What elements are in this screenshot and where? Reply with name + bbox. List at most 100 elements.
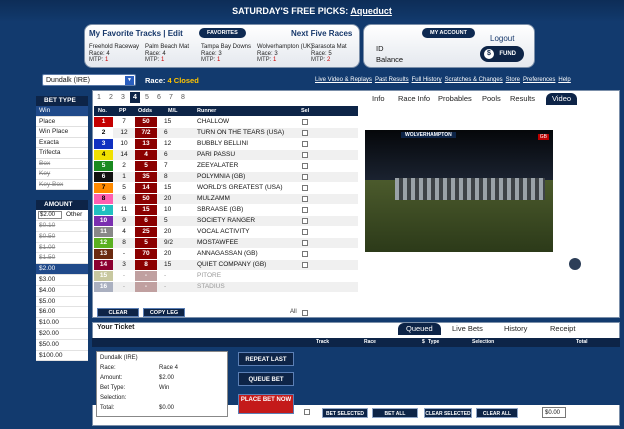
bet-type-option[interactable]: Key	[36, 169, 88, 180]
race-tab[interactable]: 8	[178, 92, 188, 103]
amount-option[interactable]: $2.00	[36, 264, 88, 275]
runner-checkbox[interactable]	[302, 185, 308, 191]
runner-row[interactable]: 14 3 8 15 QUIET COMPANY (GB)	[94, 260, 358, 271]
track-select[interactable]: Dundalk (IRE) ▼	[42, 74, 136, 86]
runner-checkbox[interactable]	[302, 196, 308, 202]
clear-selected-button[interactable]: CLEAR SELECTED	[424, 408, 472, 418]
runner-checkbox[interactable]	[302, 163, 308, 169]
favorite-track[interactable]: Wolverhampton (UK) Race: 3 MTP: 1	[257, 44, 313, 64]
runner-checkbox[interactable]	[302, 174, 308, 180]
race-video[interactable]: WOLVERHAMPTON GB	[365, 130, 553, 252]
race-tab[interactable]: 6	[154, 92, 164, 103]
bottom-all-checkbox[interactable]	[304, 409, 310, 415]
clear-button[interactable]: CLEAR	[97, 308, 139, 317]
bet-type-option[interactable]: Key Box	[36, 179, 88, 190]
bet-all-button[interactable]: BET ALL	[372, 408, 418, 418]
video-control-icon[interactable]	[569, 258, 581, 270]
clear-all-button[interactable]: CLEAR ALL	[476, 408, 518, 418]
ticket-tab[interactable]: History	[504, 323, 527, 335]
top-link[interactable]: Scratches & Changes	[445, 77, 503, 83]
runner-row[interactable]: 15- - - PITORE	[94, 271, 358, 282]
amount-option[interactable]: $5.00	[36, 296, 88, 308]
top-link[interactable]: Preferences	[523, 77, 555, 83]
amount-option[interactable]: $1.50	[36, 253, 88, 265]
runner-row[interactable]: 5 2 5 7 ZEEYALATER	[94, 161, 358, 172]
runner-checkbox[interactable]	[302, 251, 308, 257]
runner-row[interactable]: 7 5 14 15 WORLD'S GREATEST (USA)	[94, 183, 358, 194]
runner-row[interactable]: 1 7 50 15 CHALLOW	[94, 117, 358, 128]
runner-row[interactable]: 6 1 35 8 POLYMNIA (GB)	[94, 172, 358, 183]
runner-row[interactable]: 4 14 4 6 PARI PASSU	[94, 150, 358, 161]
logout-link[interactable]: Logout	[490, 34, 514, 43]
runner-checkbox[interactable]	[302, 130, 308, 136]
info-tab[interactable]: Race Info	[398, 93, 430, 105]
favorite-track[interactable]: Palm Beach Mat Race: 4 MTP: 1	[145, 44, 189, 64]
bet-type-option[interactable]: Win	[36, 106, 88, 117]
info-tab[interactable]: Info	[372, 93, 385, 105]
bet-type-option[interactable]: Box	[36, 158, 88, 169]
runner-checkbox[interactable]	[302, 262, 308, 268]
amount-option[interactable]: $10.00	[36, 318, 88, 329]
ticket-tab[interactable]: Receipt	[550, 323, 575, 335]
runner-row[interactable]: 3 10 13 12 BUBBLY BELLINI	[94, 139, 358, 150]
amount-option[interactable]: $3.00	[36, 274, 88, 286]
info-tab[interactable]: Video	[546, 93, 578, 105]
race-tab[interactable]: 2	[106, 92, 116, 103]
top-link[interactable]: Live Video & Replays	[315, 77, 372, 83]
race-tab[interactable]: 3	[118, 92, 128, 103]
info-tab[interactable]: Probables	[438, 93, 472, 105]
race-tab[interactable]: 1	[94, 92, 104, 103]
bet-selected-button[interactable]: BET SELECTED	[322, 408, 368, 418]
race-tab[interactable]: 4	[130, 92, 140, 103]
favorite-track[interactable]: Tampa Bay Downs Race: 3 MTP: 1	[201, 44, 251, 64]
top-link[interactable]: Full History	[412, 77, 442, 83]
runner-row[interactable]: 9 11 15 10 SBRAASE (GB)	[94, 205, 358, 216]
bet-type-option[interactable]: Win Place	[36, 127, 88, 138]
amount-option[interactable]: $0.10	[36, 221, 88, 232]
info-tab[interactable]: Results	[510, 93, 535, 105]
runner-checkbox[interactable]	[302, 218, 308, 224]
amount-option[interactable]: $20.00	[36, 328, 88, 340]
runner-row[interactable]: 11 4 25 20 VOCAL ACTIVITY	[94, 227, 358, 238]
bet-type-option[interactable]: Exacta	[36, 137, 88, 148]
ticket-tab[interactable]: Queued	[398, 323, 441, 335]
amount-input[interactable]: $2.00	[38, 211, 62, 219]
bet-type-option[interactable]: Place	[36, 116, 88, 127]
place-bet-button[interactable]: PLACE BET NOW	[238, 394, 294, 414]
bet-type-option[interactable]: Trifecta	[36, 148, 88, 159]
queue-bet-button[interactable]: QUEUE BET	[238, 372, 294, 386]
runner-checkbox[interactable]	[302, 141, 308, 147]
runner-row[interactable]: 10 9 6 5 SOCIETY RANGER	[94, 216, 358, 227]
amount-option[interactable]: $50.00	[36, 339, 88, 351]
race-tab[interactable]: 5	[142, 92, 152, 103]
copy-leg-button[interactable]: COPY LEG	[143, 308, 185, 317]
runner-row[interactable]: 13 - 70 20 ANNAGASSAN (GB)	[94, 249, 358, 260]
amount-option[interactable]: $6.00	[36, 307, 88, 319]
favorite-tracks-title[interactable]: My Favorite Tracks | Edit	[89, 29, 183, 38]
ticket-tab[interactable]: Live Bets	[452, 323, 483, 335]
amount-option[interactable]: $1.00	[36, 242, 88, 254]
all-checkbox[interactable]	[302, 310, 308, 316]
amount-option[interactable]: $0.50	[36, 231, 88, 243]
runner-checkbox[interactable]	[302, 119, 308, 125]
runner-row[interactable]: 16- - - STADIUS	[94, 282, 358, 293]
amount-option[interactable]: $4.00	[36, 285, 88, 297]
promo-link[interactable]: Aqueduct	[350, 6, 392, 16]
runner-checkbox[interactable]	[302, 207, 308, 213]
top-link[interactable]: Store	[506, 77, 520, 83]
race-tab[interactable]: 7	[166, 92, 176, 103]
repeat-last-button[interactable]: REPEAT LAST	[238, 352, 294, 366]
info-tab[interactable]: Pools	[482, 93, 501, 105]
amount-option[interactable]: $100.00	[36, 350, 88, 362]
runner-checkbox[interactable]	[302, 152, 308, 158]
runner-checkbox[interactable]	[302, 240, 308, 246]
runner-row[interactable]: 2 12 7/2 6 TURN ON THE TEARS (USA)	[94, 128, 358, 139]
fund-button[interactable]: $ FUND	[480, 46, 524, 62]
runner-row[interactable]: 12 8 5 9/2 MOSTAWFEE	[94, 238, 358, 249]
top-link[interactable]: Past Results	[375, 77, 409, 83]
favorite-track[interactable]: Sarasota Mat Race: 5 MTP: 2	[311, 44, 347, 64]
top-link[interactable]: Help	[558, 77, 570, 83]
favorite-track[interactable]: Freehold Raceway Race: 4 MTP: 1	[89, 44, 139, 64]
runner-checkbox[interactable]	[302, 229, 308, 235]
runner-row[interactable]: 8 6 50 20 MULZAMM	[94, 194, 358, 205]
